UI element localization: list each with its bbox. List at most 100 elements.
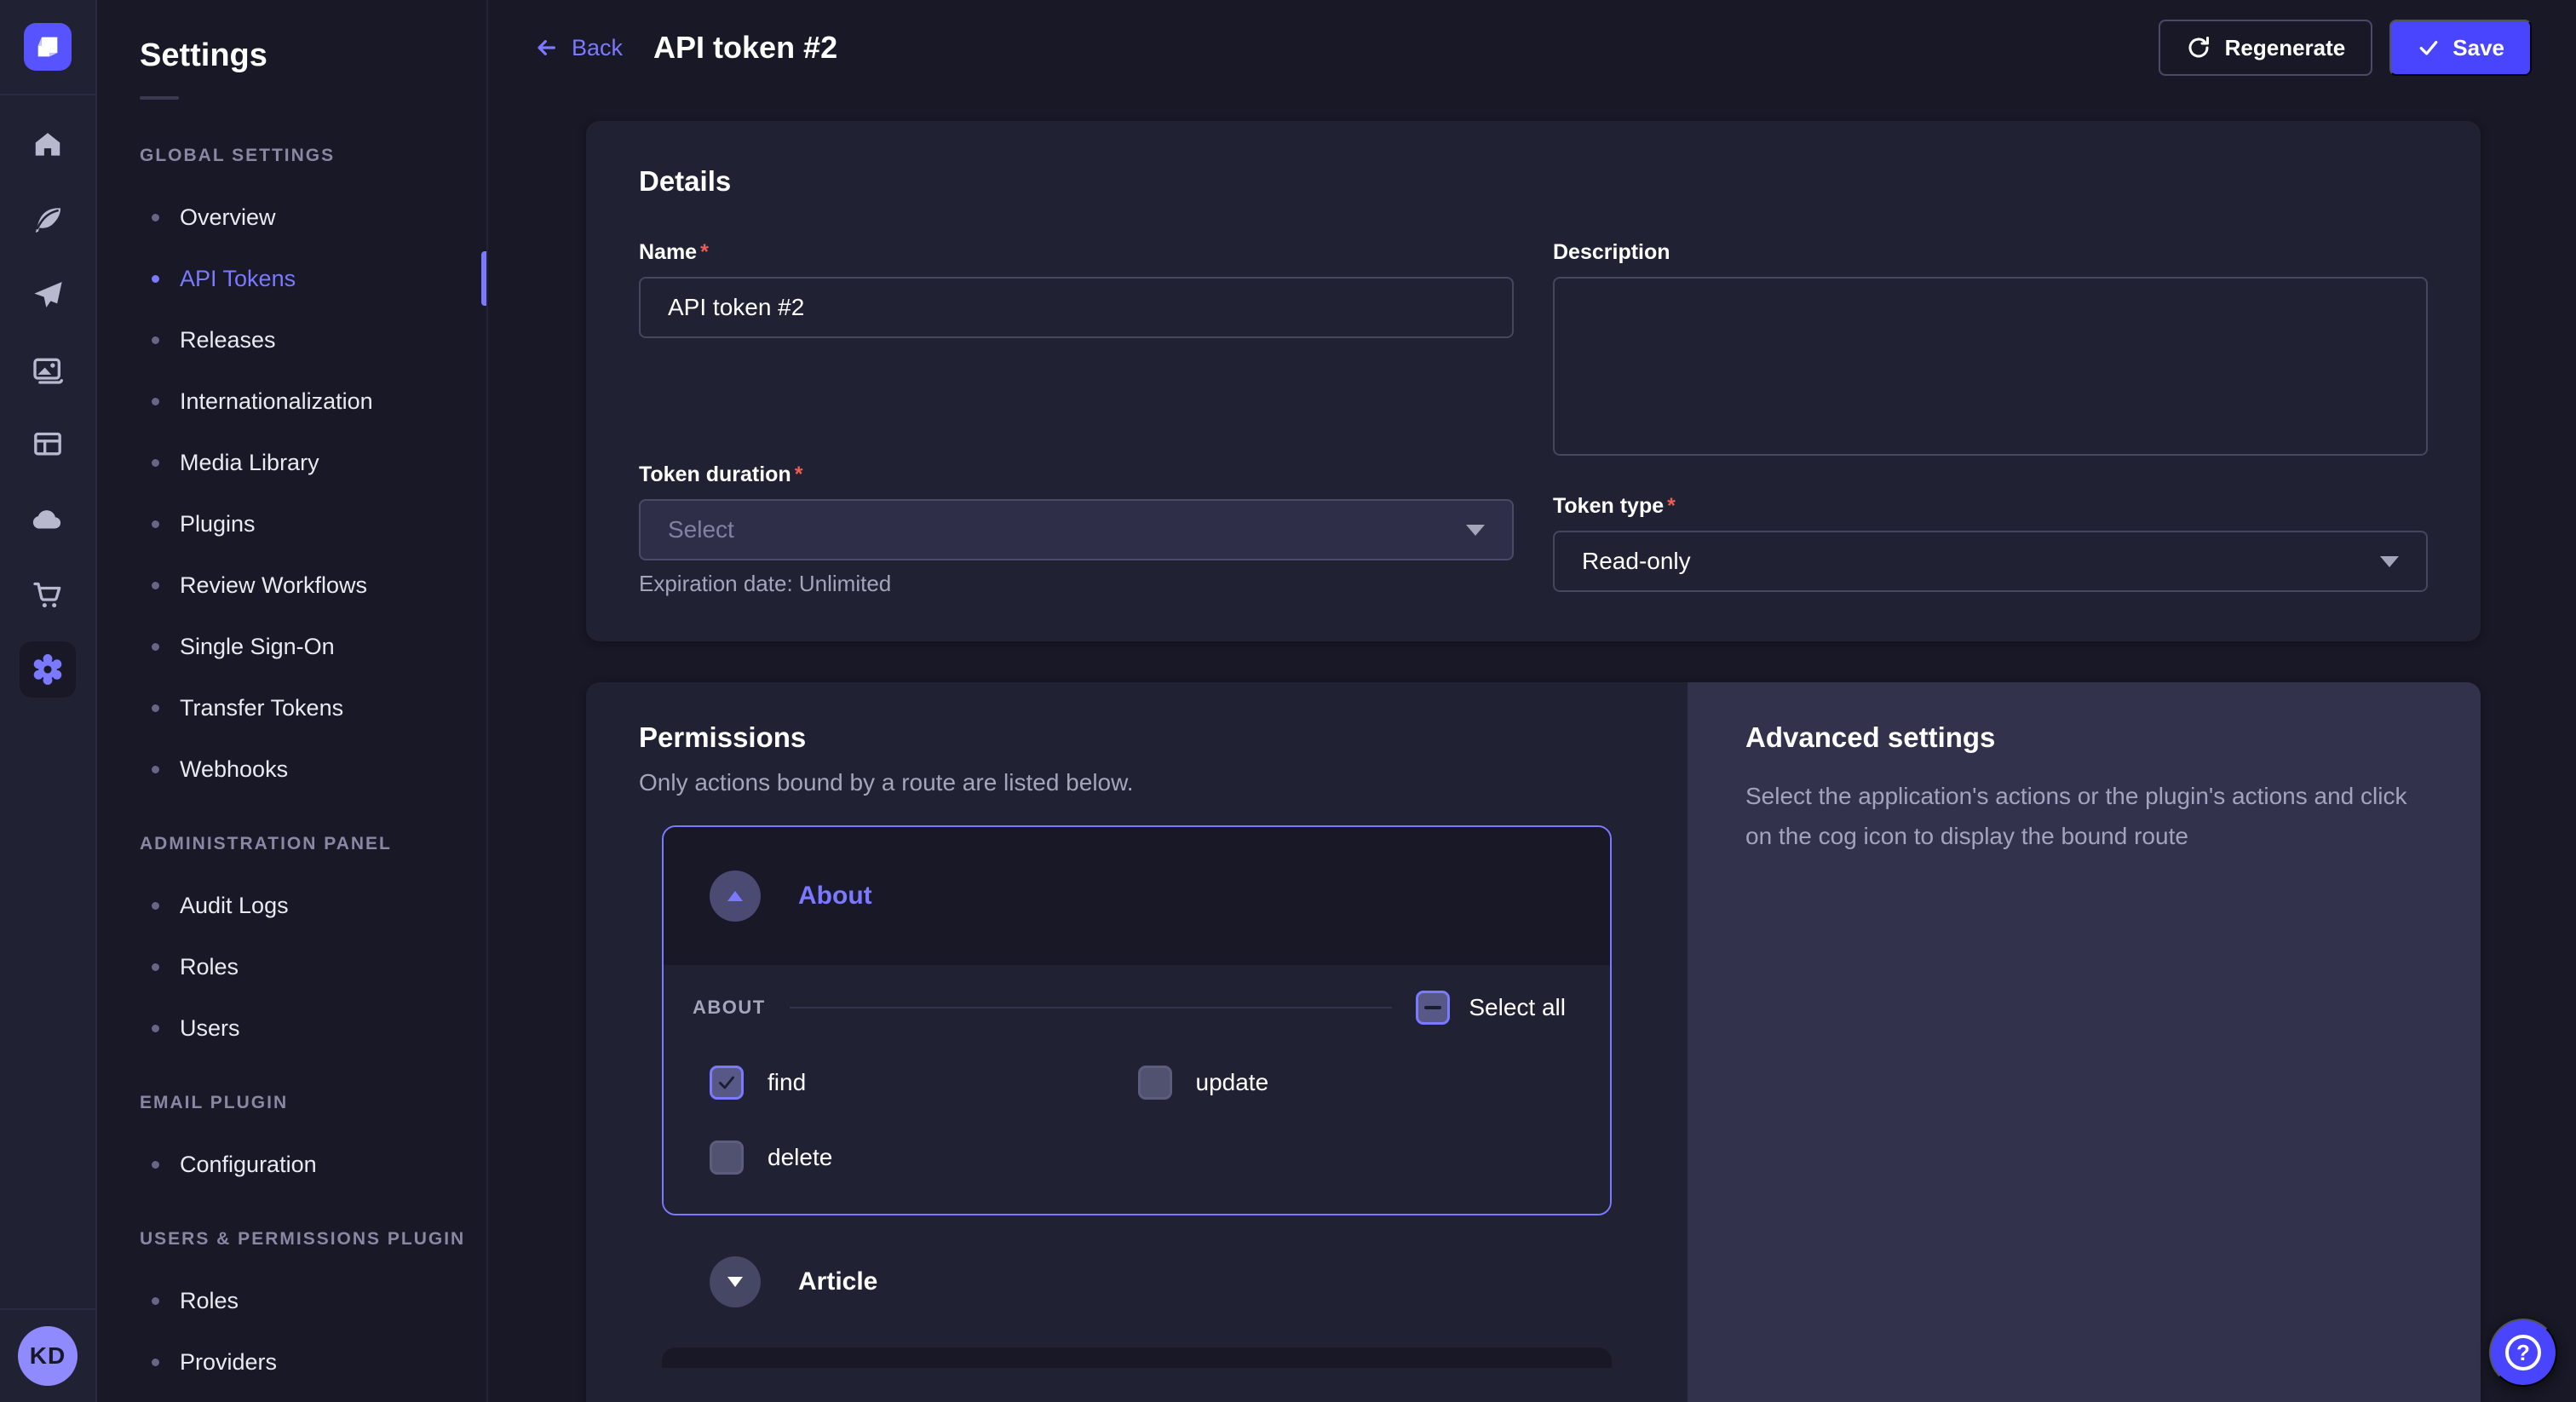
page-content: Details Name* Token duration* Select (488, 95, 2576, 1402)
bullet-icon (152, 1161, 159, 1169)
sidebar-item-label: Roles (180, 954, 239, 980)
sidebar-item-label: Single Sign-On (180, 634, 335, 660)
strapi-logo[interactable] (24, 23, 72, 71)
select-all-control[interactable]: Select all (1416, 991, 1566, 1025)
feather-icon (32, 204, 64, 236)
cloud-icon (30, 502, 66, 537)
refresh-icon (2186, 35, 2211, 60)
collapse-toggle-button[interactable] (710, 871, 761, 922)
layout-icon (31, 428, 65, 462)
expand-toggle-button[interactable] (710, 1256, 761, 1307)
arrow-left-icon (532, 34, 560, 61)
delete-checkbox[interactable] (710, 1141, 744, 1175)
nav-marketplace[interactable] (0, 557, 95, 632)
subnav-title-underline (140, 96, 179, 100)
help-button[interactable]: ? (2489, 1319, 2557, 1387)
sidebar-item-review-workflows[interactable]: Review Workflows (97, 554, 486, 616)
details-right-column: Description Token type* Read-only (1553, 240, 2428, 597)
sidebar-item-label: Internationalization (180, 388, 373, 415)
select-all-label: Select all (1469, 994, 1566, 1021)
sidebar-item-admin-users[interactable]: Users (97, 997, 486, 1059)
rail-spacer (0, 707, 95, 1308)
home-icon (32, 129, 64, 161)
sidebar-item-internationalization[interactable]: Internationalization (97, 371, 486, 432)
details-card: Details Name* Token duration* Select (586, 121, 2481, 641)
sidebar-item-media-library[interactable]: Media Library (97, 432, 486, 493)
section-administration-panel: Administration panel (140, 834, 486, 854)
advanced-settings-description: Select the application's actions or the … (1745, 776, 2423, 856)
bullet-icon (152, 1359, 159, 1366)
update-checkbox[interactable] (1138, 1066, 1172, 1100)
save-button[interactable]: Save (2389, 20, 2532, 76)
sidebar-item-webhooks[interactable]: Webhooks (97, 738, 486, 800)
main-nav-rail: KD (0, 0, 97, 1402)
nav-settings[interactable] (0, 632, 95, 707)
name-input[interactable] (639, 277, 1514, 338)
page-header: Back API token #2 Regenerate Save (488, 0, 2576, 95)
sidebar-item-plugins[interactable]: Plugins (97, 493, 486, 554)
bullet-icon (152, 214, 159, 221)
users-permissions-list: Roles Providers (97, 1270, 486, 1393)
select-all-checkbox[interactable] (1416, 991, 1450, 1025)
sidebar-item-email-configuration[interactable]: Configuration (97, 1134, 486, 1195)
email-plugin-list: Configuration (97, 1134, 486, 1195)
section-email-plugin: Email plugin (140, 1093, 486, 1113)
expiration-hint: Expiration date: Unlimited (639, 571, 1514, 597)
description-textarea[interactable] (1553, 277, 2428, 456)
next-accordion-edge (662, 1347, 1612, 1368)
indeterminate-dash-icon (1424, 1006, 1441, 1009)
sidebar-item-overview[interactable]: Overview (97, 187, 486, 248)
sidebar-item-label: Configuration (180, 1152, 317, 1178)
sidebar-item-label: Transfer Tokens (180, 695, 343, 721)
required-asterisk: * (795, 463, 803, 487)
token-duration-select[interactable]: Select (639, 499, 1514, 560)
nav-media-library[interactable] (0, 332, 95, 407)
back-link[interactable]: Back (532, 34, 623, 61)
token-type-value: Read-only (1582, 548, 1691, 575)
duration-field: Token duration* Select Expiration date: … (639, 463, 1514, 597)
user-avatar[interactable]: KD (18, 1326, 78, 1386)
sidebar-item-up-providers[interactable]: Providers (97, 1331, 486, 1393)
nav-home[interactable] (0, 107, 95, 182)
details-heading: Details (639, 165, 2428, 198)
find-checkbox[interactable] (710, 1066, 744, 1100)
sidebar-item-label: Overview (180, 204, 276, 231)
nav-deploy[interactable] (0, 257, 95, 332)
sidebar-item-label: API Tokens (180, 266, 296, 292)
nav-cloud[interactable] (0, 482, 95, 557)
about-accordion-header[interactable]: About (664, 827, 1610, 965)
sidebar-item-audit-logs[interactable]: Audit Logs (97, 875, 486, 936)
details-left-column: Name* Token duration* Select Expiratio (639, 240, 1514, 597)
main-area: Back API token #2 Regenerate Save (488, 0, 2576, 1402)
bullet-icon (152, 963, 159, 971)
sidebar-item-transfer-tokens[interactable]: Transfer Tokens (97, 677, 486, 738)
permissions-section: Permissions Only actions bound by a rout… (586, 682, 1688, 1402)
section-global-settings: Global settings (140, 146, 486, 166)
name-label: Name* (639, 240, 1514, 265)
sidebar-item-up-roles[interactable]: Roles (97, 1270, 486, 1331)
nav-settings-highlight (20, 641, 76, 698)
advanced-settings-heading: Advanced settings (1745, 721, 2423, 754)
strapi-logo-glyph (33, 32, 62, 61)
sidebar-item-releases[interactable]: Releases (97, 309, 486, 371)
action-label: delete (768, 1144, 832, 1171)
name-label-text: Name (639, 240, 697, 265)
article-accordion-header[interactable]: Article (662, 1215, 1612, 1347)
sidebar-item-single-sign-on[interactable]: Single Sign-On (97, 616, 486, 677)
bullet-icon (152, 275, 159, 283)
bullet-icon (152, 704, 159, 712)
nav-content-manager[interactable] (0, 407, 95, 482)
global-settings-list: Overview API Tokens Releases Internation… (97, 187, 486, 800)
about-accordion: About ABOUT Select all (662, 825, 1612, 1215)
sidebar-item-admin-roles[interactable]: Roles (97, 936, 486, 997)
sidebar-item-api-tokens[interactable]: API Tokens (97, 248, 486, 309)
gear-icon (30, 652, 66, 687)
sidebar-item-label: Audit Logs (180, 893, 289, 919)
details-fields: Name* Token duration* Select Expiratio (639, 240, 2428, 597)
bullet-icon (152, 459, 159, 467)
required-asterisk: * (700, 240, 709, 265)
bullet-icon (152, 398, 159, 405)
nav-content-builder[interactable] (0, 182, 95, 257)
token-type-select[interactable]: Read-only (1553, 531, 2428, 592)
regenerate-button[interactable]: Regenerate (2159, 20, 2373, 76)
